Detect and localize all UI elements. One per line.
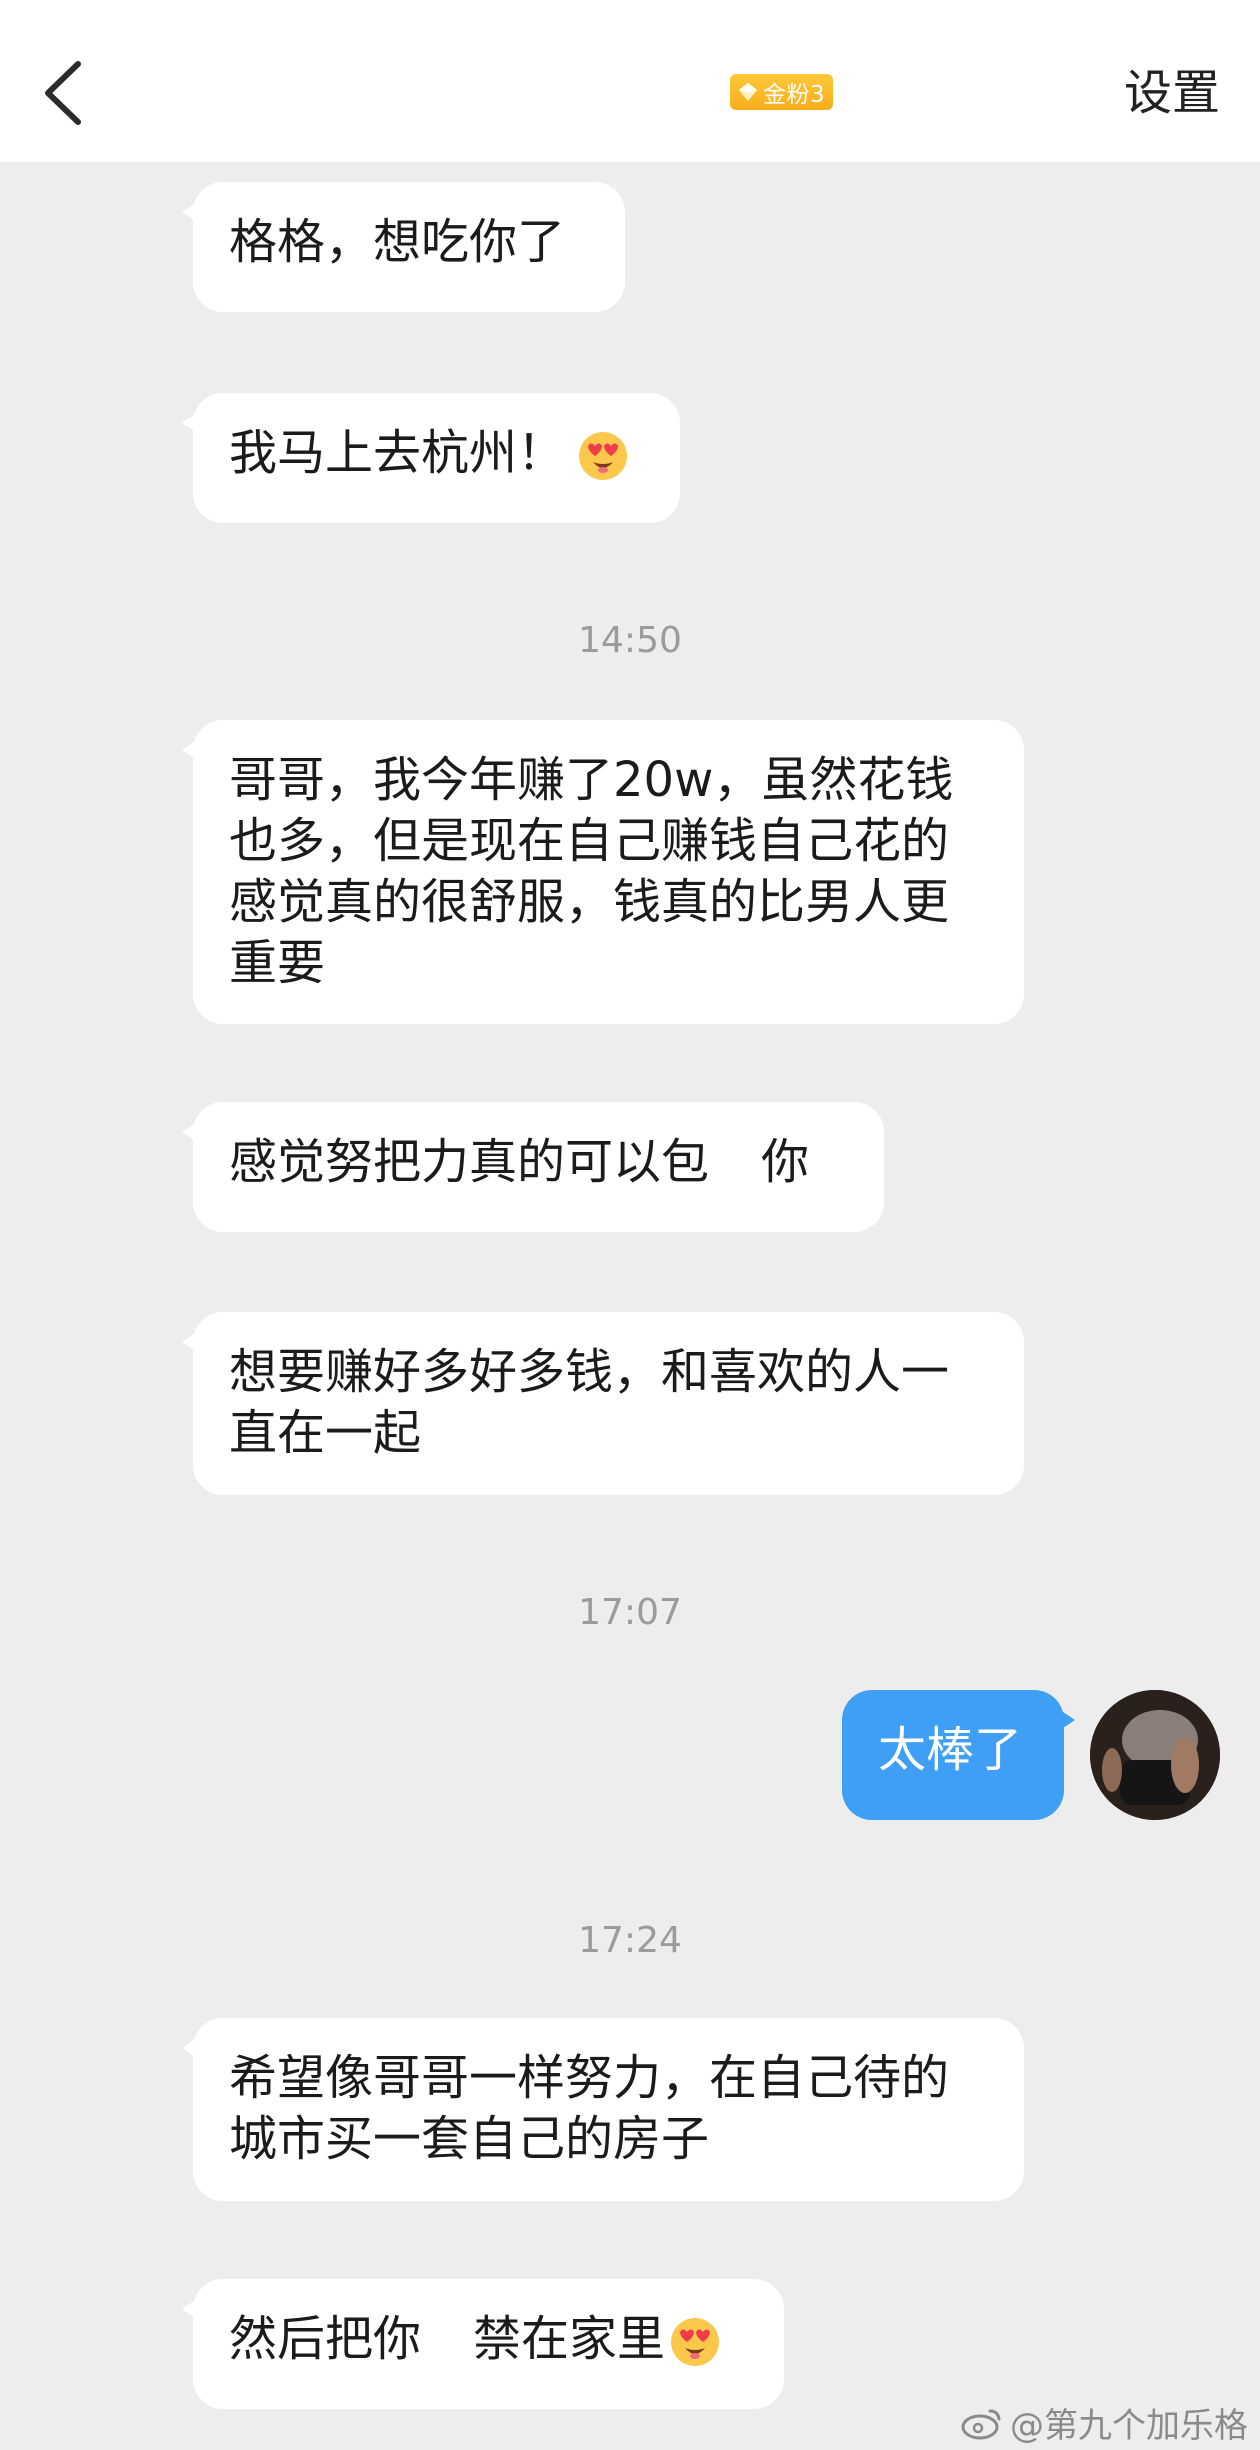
message-bubble[interactable]: 希望像哥哥一样努力，在自己待的城市买一套自己的房子	[182, 2018, 1024, 2201]
watermark: @第九个加乐格	[960, 2398, 1248, 2447]
timestamp: 14:50	[578, 620, 682, 661]
message-text: 感觉努把力真的可以包	[229, 1134, 710, 1190]
message-text: 你	[761, 1134, 810, 1190]
timestamp: 17:07	[578, 1592, 682, 1633]
message-text: 哥哥，我今年赚了20w，虽然花钱也多，但是现在自己赚钱自己花的感觉真的很舒服，钱…	[229, 752, 954, 991]
avatar[interactable]	[1090, 1690, 1220, 1820]
heart-eyes-emoji-icon	[579, 432, 628, 480]
weibo-logo-icon	[961, 2409, 1001, 2439]
heart-eyes-emoji-icon	[671, 2318, 720, 2366]
avatar-photo-icon	[1090, 1690, 1220, 1820]
message-text: 想要赚好多好多钱，和喜欢的人一直在一起	[229, 1344, 950, 1461]
message-text: 希望像哥哥一样努力，在自己待的城市买一套自己的房子	[229, 2050, 950, 2167]
message-bubble[interactable]: 然后把你 禁在家里	[182, 2279, 784, 2409]
message-text: 格格，想吃你了	[229, 214, 566, 270]
message-text: 我马上去杭州！	[229, 425, 566, 481]
badge-label: 金粉3	[763, 82, 826, 108]
message-bubble[interactable]: 我马上去杭州！	[182, 393, 680, 523]
message-text: 然后把你	[229, 2311, 422, 2367]
message-bubble-outgoing[interactable]: 太棒了	[842, 1690, 1075, 1820]
diamond-icon	[739, 83, 757, 101]
message-text: 太棒了	[878, 1722, 1023, 1778]
message-bubble[interactable]: 感觉努把力真的可以包你	[182, 1102, 884, 1232]
settings-button[interactable]: 设置	[1124, 60, 1220, 126]
fan-level-badge: 金粉3	[730, 74, 834, 110]
message-bubble[interactable]: 格格，想吃你了	[182, 182, 625, 312]
message-bubble[interactable]: 哥哥，我今年赚了20w，虽然花钱也多，但是现在自己赚钱自己花的感觉真的很舒服，钱…	[182, 720, 1024, 1024]
chat-header: 金粉3 设置	[0, 0, 1260, 162]
back-button[interactable]	[38, 58, 88, 128]
chevron-left-icon	[45, 61, 81, 125]
message-text: 禁在家里	[473, 2311, 666, 2367]
watermark-text: @第九个加乐格	[1010, 2406, 1248, 2446]
message-bubble[interactable]: 想要赚好多好多钱，和喜欢的人一直在一起	[182, 1312, 1024, 1495]
timestamp: 17:24	[578, 1920, 682, 1961]
